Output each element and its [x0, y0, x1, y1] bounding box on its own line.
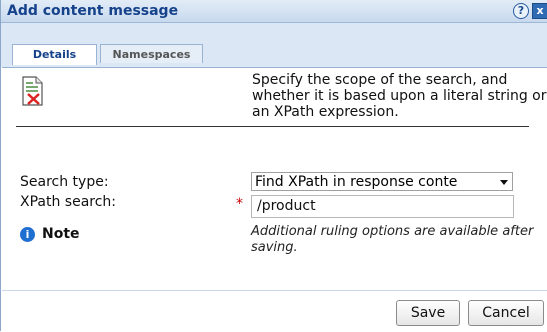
- search-type-select[interactable]: Find XPath in response conte: [251, 172, 513, 191]
- footer-divider: [2, 290, 547, 291]
- note-label: Note: [42, 226, 80, 242]
- dialog-titlebar[interactable]: Add content message ? x: [1, 0, 547, 23]
- add-content-message-dialog: Add content message ? x Details Namespac…: [0, 0, 547, 332]
- help-icon[interactable]: ?: [513, 3, 529, 19]
- xpath-search-input[interactable]: /product: [251, 195, 514, 218]
- tab-details[interactable]: Details: [12, 44, 97, 65]
- note-text: Additional ruling options are available …: [251, 224, 534, 255]
- search-type-label: Search type:: [20, 174, 109, 190]
- scope-description: Specify the scope of the search, and whe…: [252, 72, 547, 120]
- tab-strip: Details Namespaces: [1, 23, 547, 67]
- search-type-value: Find XPath in response conte: [255, 174, 458, 190]
- document-error-icon: [22, 76, 43, 106]
- save-button[interactable]: Save: [396, 300, 460, 326]
- cancel-button[interactable]: Cancel: [468, 300, 544, 326]
- info-icon: i: [20, 227, 35, 242]
- required-marker: *: [236, 196, 243, 212]
- dialog-title: Add content message: [7, 3, 179, 19]
- tab-namespaces[interactable]: Namespaces: [100, 44, 203, 63]
- xpath-search-label: XPath search:: [20, 194, 117, 210]
- chevron-down-icon: [500, 180, 508, 185]
- close-icon[interactable]: x: [532, 3, 547, 19]
- section-divider: [16, 126, 529, 127]
